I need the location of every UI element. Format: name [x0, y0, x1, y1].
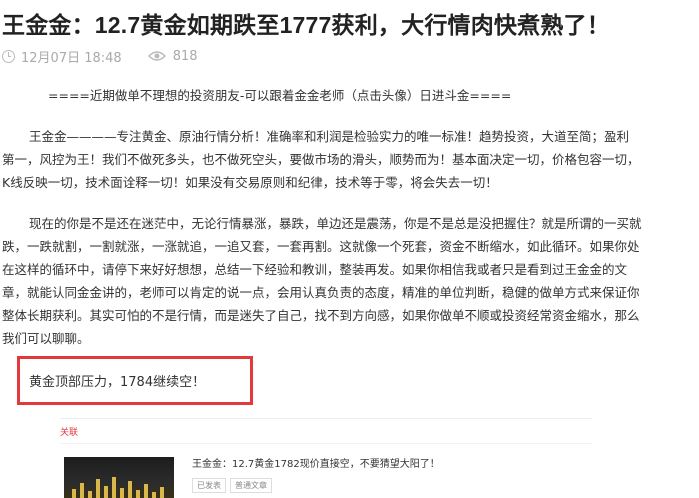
view-count: 818	[172, 48, 198, 64]
text-line: 我们可以聊聊。	[2, 331, 90, 346]
related-title-link[interactable]: 王金金：12.7黄金1782现价直接空，不要猜望大阳了！	[192, 455, 440, 470]
clock-icon	[2, 49, 15, 63]
tag-article-type: 普通文章	[230, 478, 272, 493]
text-line: 跌，一跌就割，一割就涨，一涨就追，一追又套，一套再割。这就像一个死套，资金不断缩…	[2, 239, 640, 254]
paragraph-2: 现在的你是不是还在迷茫中，无论行情暴涨，暴跌，单边还是震荡，你是不是总是没把握住…	[2, 212, 664, 350]
publish-date: 12月07日 18:48	[21, 50, 122, 66]
article-title: 王金金：12.7黄金如期跌至1777获利，大行情肉快煮熟了！	[2, 12, 610, 38]
text-line: 现在的你是不是还在迷茫中，无论行情暴涨，暴跌，单边还是震荡，你是不是总是没把握住…	[29, 216, 642, 231]
related-tag: 关联	[60, 428, 79, 438]
eye-icon	[147, 51, 166, 61]
related-thumbnail[interactable]	[64, 457, 174, 498]
intro-line: ====近期做单不理想的投资朋友-可以跟着金金老师（点击头像）日进斗金====	[48, 88, 512, 103]
article-meta: 12月07日 18:48 818	[2, 47, 198, 66]
highlight-box: 黄金顶部压力，1784继续空！	[17, 356, 253, 405]
article-body: ====近期做单不理想的投资朋友-可以跟着金金老师（点击头像）日进斗金==== …	[2, 84, 664, 368]
text-line: 章，就能认同金金讲的，老师可以肯定的说一点，会用认真负责的态度，精准的单位判断，…	[2, 285, 640, 300]
text-line: 在这样的循环中，请停下来好好想想，总结一下经验和教训，整装再发。如果你相信我或者…	[2, 262, 628, 277]
paragraph-1: 王金金————专注黄金、原油行情分析！准确率和利润是检验实力的唯一标准！趋势投资…	[2, 125, 664, 194]
text-line: 整体长期获利。其实可怕的不是行情，而是迷失了自己，找不到方向感，如果你做单不顺或…	[2, 308, 640, 323]
tag-published: 已发表	[192, 478, 226, 493]
related-article-card[interactable]: 关联 王金金：12.7黄金1782现价直接空，不要猜望大阳了！ 已发表 普通文章	[60, 418, 592, 498]
text-line: K线反映一切，技术面诠释一切！如果没有交易原则和纪律，技术等于零，将会失去一切！	[2, 175, 498, 190]
text-line: 第一，风控为王！我们不做死多头，也不做死空头，要做市场的滑头，顺势而为！基本面决…	[2, 152, 640, 167]
text-line: 王金金————专注黄金、原油行情分析！准确率和利润是检验实力的唯一标准！趋势投资…	[29, 129, 630, 144]
divider	[60, 443, 592, 444]
related-tags: 已发表 普通文章	[192, 478, 272, 493]
